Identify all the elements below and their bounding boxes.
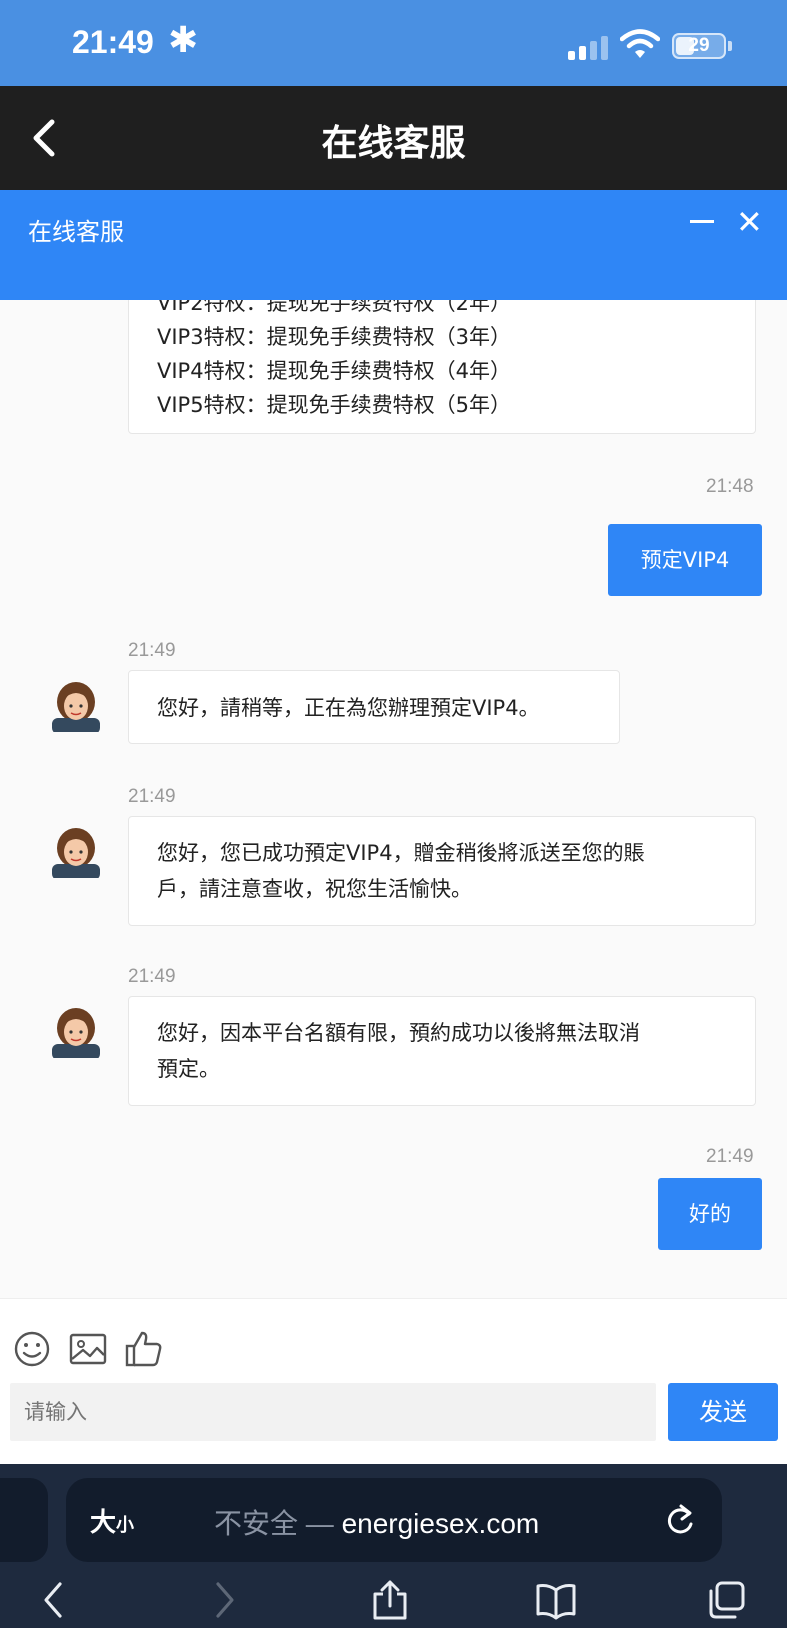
browser-forward-icon[interactable] [204,1580,244,1620]
image-icon[interactable] [68,1329,108,1369]
battery-tip [728,41,732,51]
message-timestamp: 21:49 [128,786,176,807]
vip-list-bubble: VIP2特权：提现免手续费特权（2年） VIP3特权：提现免手续费特权（3年） … [128,300,756,434]
minimize-button[interactable] [690,220,714,223]
message-composer: 发送 [0,1298,787,1464]
message-text: 戶，請注意查收，祝您生活愉快。 [157,877,472,901]
vip-line: VIP3特权：提现免手续费特权（3年） [157,325,511,349]
page-title: 在线客服 [321,123,466,164]
tabs-icon[interactable] [706,1580,746,1620]
chat-widget-title: 在线客服 [28,218,124,246]
message-timestamp: 21:49 [706,1146,754,1167]
battery-level: 29 [688,35,710,56]
close-button[interactable]: ✕ [736,206,763,238]
message-timestamp: 21:48 [706,476,754,497]
battery-icon: 29 [672,33,726,59]
vip-line: VIP4特权：提现免手续费特权（4年） [157,359,511,383]
message-text: 預定。 [157,1057,220,1081]
emoji-icon[interactable] [12,1329,52,1369]
bookmarks-icon[interactable] [536,1580,576,1620]
reload-icon[interactable] [662,1500,698,1540]
outgoing-message: 预定VIP4 [608,524,762,596]
address-bar[interactable]: 大小 不安全 — energiesex.com [66,1478,722,1562]
text-size-small: 小 [116,1515,135,1536]
agent-avatar [52,682,100,732]
share-icon[interactable] [370,1580,410,1620]
agent-avatar [52,828,100,878]
message-text: 您好，您已成功預定VIP4，贈金稍後將派送至您的賬 [157,841,645,865]
outgoing-message: 好的 [658,1178,762,1250]
message-text: 您好，請稍等，正在為您辦理預定VIP4。 [157,696,540,720]
message-text: 您好，因本平台名額有限，預約成功以後將無法取消 [157,1021,640,1045]
browser-bottom-bar: 大小 不安全 — energiesex.com [0,1464,787,1628]
asterisk-icon: ✱ [168,20,199,61]
text-size-large: 大 [90,1508,117,1538]
browser-back-icon[interactable] [34,1580,74,1620]
status-time: 21:49 [72,24,154,60]
vip-line: VIP2特权：提现免手续费特权（2年） [157,300,511,315]
send-button[interactable]: 发送 [668,1383,778,1441]
vip-line: VIP5特权：提现免手续费特权（5年） [157,393,511,417]
incoming-message: 您好，因本平台名額有限，預約成功以後將無法取消 預定。 [128,996,756,1106]
message-timestamp: 21:49 [128,640,176,661]
wifi-icon [620,29,660,58]
domain-label: energiesex.com [341,1508,540,1539]
incoming-message: 您好，請稍等，正在為您辦理預定VIP4。 [128,670,620,744]
text-size-button[interactable]: 大小 [90,1502,134,1539]
incoming-message: 您好，您已成功預定VIP4，贈金稍後將派送至您的賬 戶，請注意查收，祝您生活愉快… [128,816,756,926]
cellular-signal-icon [568,34,612,60]
message-timestamp: 21:49 [128,966,176,987]
chat-messages[interactable]: VIP2特权：提现免手续费特权（2年） VIP3特权：提现免手续费特权（3年） … [0,300,787,1298]
agent-avatar [52,1008,100,1058]
previous-tab-preview[interactable] [0,1478,48,1562]
nav-header: 在线客服 [0,86,787,190]
chat-widget-header: 在线客服 ✕ [0,190,787,300]
thumbs-up-icon[interactable] [124,1329,164,1369]
status-bar: 21:49 ✱ 29 [0,0,787,86]
url-display[interactable]: 不安全 — energiesex.com [214,1502,539,1542]
security-label: 不安全 — [214,1508,342,1539]
message-input[interactable] [10,1383,656,1441]
